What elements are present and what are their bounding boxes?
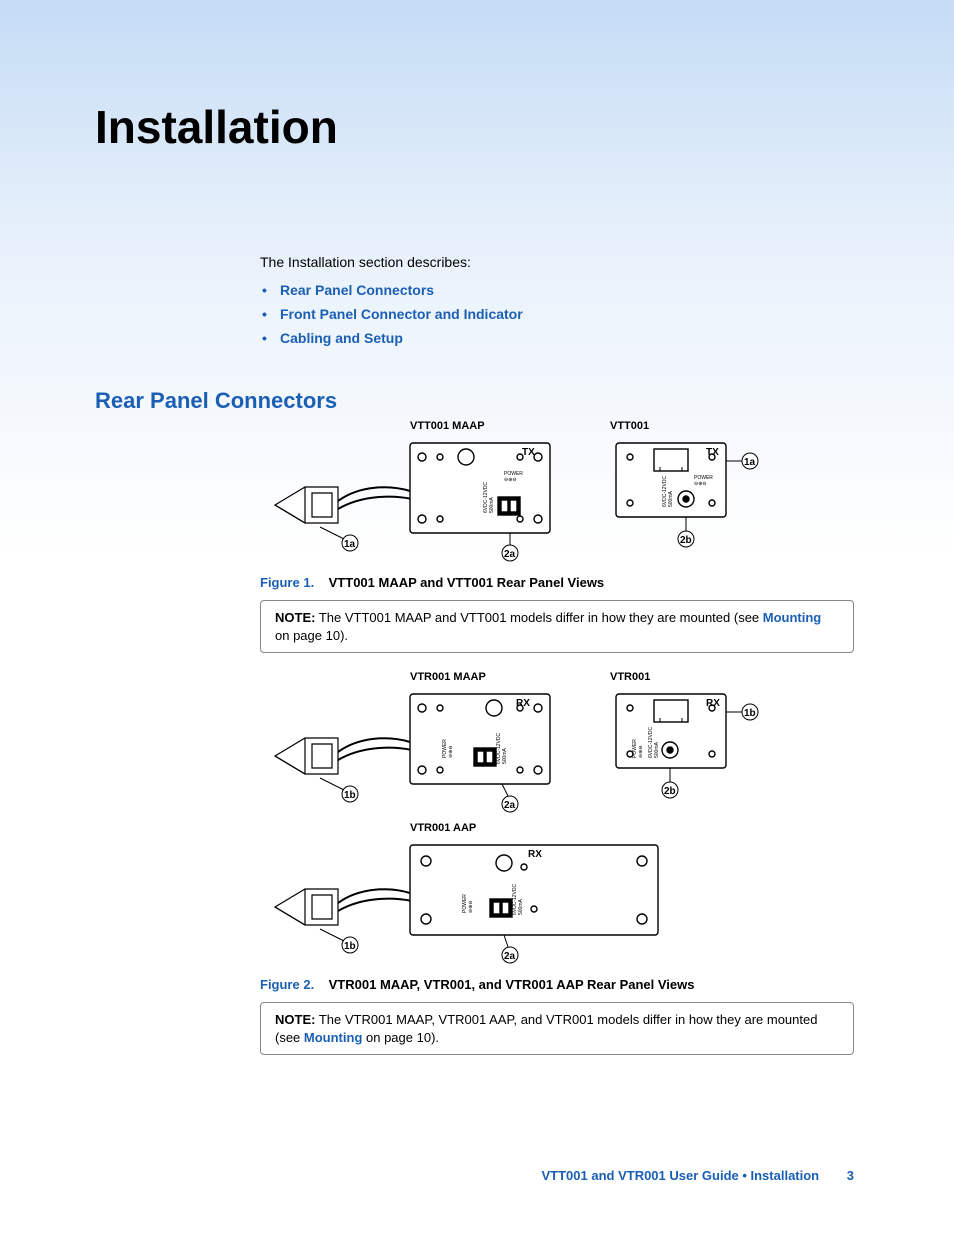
footer-page-number: 3 — [847, 1168, 854, 1183]
note-2: NOTE: The VTR001 MAAP, VTR001 AAP, and V… — [260, 1002, 854, 1055]
label-vtr001-maap: VTR001 MAAP — [410, 671, 570, 683]
label-vtt001-maap: VTT001 MAAP — [410, 420, 570, 432]
callout-1b-3: 1b — [344, 941, 356, 952]
svg-vtr001: RX POWER ⊖⊕⊖ 6VDC-12VDC 500mA 1b 2b — [610, 686, 770, 816]
note-2-text-after: on page 10). — [362, 1030, 439, 1045]
svg-text:500mA: 500mA — [668, 490, 674, 507]
svg-text:⊖⊕⊖: ⊖⊕⊖ — [694, 481, 707, 487]
label-vtr001: VTR001 — [610, 671, 770, 683]
figure-1-caption: Figure 1. VTT001 MAAP and VTT001 Rear Pa… — [260, 575, 854, 590]
callout-2b-2: 2b — [664, 786, 676, 797]
intro-text: The Installation section describes: — [260, 254, 854, 270]
section-heading-rear-panel: Rear Panel Connectors — [0, 354, 954, 420]
note-1-link[interactable]: Mounting — [763, 610, 821, 625]
diagram-vtt001: VTT001 TX POWER ⊖⊕⊖ 6VDC-12VDC 500mA — [610, 420, 770, 565]
diagram-area: VTT001 MAAP — [0, 420, 954, 1055]
port-label-tx-2: TX — [706, 447, 719, 458]
port-label-rx-3: RX — [528, 849, 542, 860]
figure-1-text: VTT001 MAAP and VTT001 Rear Panel Views — [329, 575, 605, 590]
figure-2-caption: Figure 2. VTR001 MAAP, VTR001, and VTR00… — [260, 977, 854, 992]
note-2-link[interactable]: Mounting — [304, 1030, 362, 1045]
svg-vtr001-maap: RX POWER ⊖⊕⊖ 6VDC-12VDC 500mA 1b 2a — [260, 686, 570, 816]
link-front-panel[interactable]: Front Panel Connector and Indicator — [280, 306, 854, 322]
svg-text:⊖⊕⊖: ⊖⊕⊖ — [638, 746, 644, 759]
note-1-label: NOTE: — [275, 610, 315, 625]
footer-text: VTT001 and VTR001 User Guide • Installat… — [542, 1168, 820, 1183]
note-1-text-after: on page 10). — [275, 628, 348, 643]
port-label-tx: TX — [522, 447, 535, 458]
callout-2b: 2b — [680, 535, 692, 546]
port-label-rx: RX — [516, 698, 530, 709]
callout-2a: 2a — [504, 549, 516, 560]
diagram-row-2: VTR001 MAAP — [260, 671, 854, 816]
diagram-row-1: VTT001 MAAP — [260, 420, 854, 565]
svg-text:⊖⊕⊖: ⊖⊕⊖ — [468, 901, 474, 914]
callout-1b: 1b — [344, 790, 356, 801]
svg-text:500mA: 500mA — [518, 899, 524, 916]
svg-text:500mA: 500mA — [502, 748, 508, 765]
svg-text:⊖⊕⊖: ⊖⊕⊖ — [448, 746, 454, 759]
svg-text:500mA: 500mA — [654, 742, 660, 759]
figure-2-label: Figure 2. — [260, 977, 314, 992]
note-2-label: NOTE: — [275, 1012, 315, 1027]
svg-text:⊖⊕⊖: ⊖⊕⊖ — [504, 477, 517, 483]
diagram-vtr001-maap: VTR001 MAAP — [260, 671, 570, 816]
intro-block: The Installation section describes: Rear… — [0, 154, 954, 346]
figure-1-label: Figure 1. — [260, 575, 314, 590]
diagram-vtt001-maap: VTT001 MAAP — [260, 420, 570, 565]
section-links: Rear Panel Connectors Front Panel Connec… — [260, 282, 854, 346]
page-title: Installation — [0, 0, 954, 154]
page-footer: VTT001 and VTR001 User Guide • Installat… — [542, 1168, 855, 1183]
callout-1a: 1a — [344, 539, 356, 550]
link-cabling[interactable]: Cabling and Setup — [280, 330, 854, 346]
svg-vtt001-maap: TX POWER ⊖⊕⊖ 6VDC-12VDC 500mA 1a 2a — [260, 435, 570, 565]
note-1: NOTE: The VTT001 MAAP and VTT001 models … — [260, 600, 854, 653]
svg-vtt001: TX POWER ⊖⊕⊖ 6VDC-12VDC 500mA 1a 2b — [610, 435, 770, 565]
label-vtr001-aap: VTR001 AAP — [410, 822, 680, 834]
svg-vtr001-aap: RX POWER ⊖⊕⊖ 6VDC-12VDC 500mA 1b 2a — [260, 837, 680, 967]
callout-1a-2: 1a — [744, 457, 756, 468]
figure-2-text: VTR001 MAAP, VTR001, and VTR001 AAP Rear… — [329, 977, 695, 992]
diagram-row-3: VTR001 AAP — [260, 822, 854, 967]
callout-2a-3: 2a — [504, 951, 516, 962]
callout-2a-2: 2a — [504, 800, 516, 811]
diagram-vtr001-aap: VTR001 AAP — [260, 822, 680, 967]
note-1-text-before: The VTT001 MAAP and VTT001 models differ… — [319, 610, 763, 625]
svg-text:500mA: 500mA — [489, 496, 495, 513]
diagram-vtr001: VTR001 RX POWER ⊖⊕⊖ 6VDC-12VDC 500mA — [610, 671, 770, 816]
port-label-rx-2: RX — [706, 698, 720, 709]
link-rear-panel[interactable]: Rear Panel Connectors — [280, 282, 854, 298]
label-vtt001: VTT001 — [610, 420, 770, 432]
callout-1b-2: 1b — [744, 708, 756, 719]
